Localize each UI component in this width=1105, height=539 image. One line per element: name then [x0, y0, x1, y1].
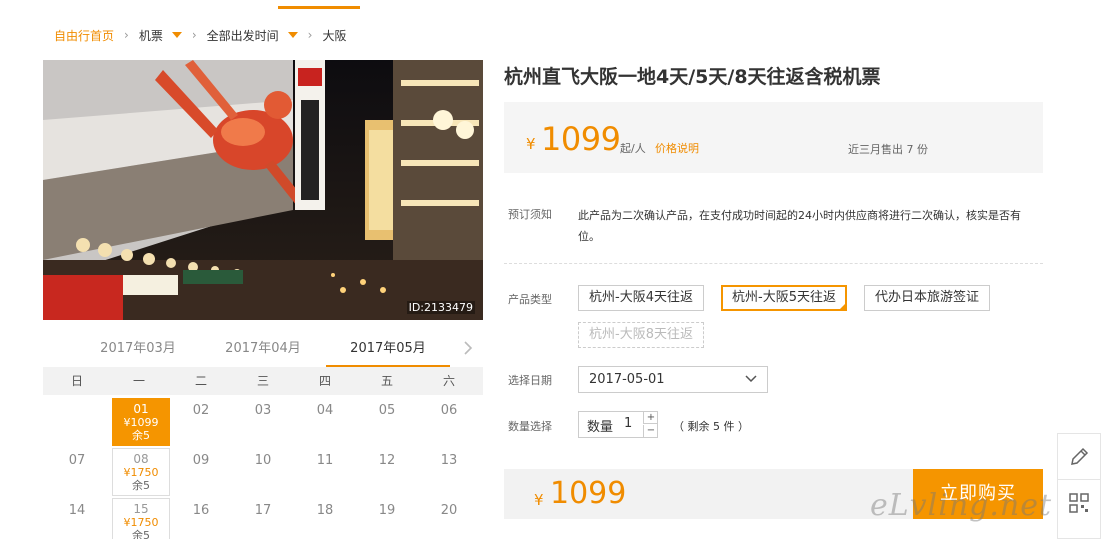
- calendar-day: 18: [316, 503, 334, 518]
- tab-month-april[interactable]: 2017年04月: [201, 336, 325, 368]
- type-option-5day-label: 杭州-大阪5天往返: [732, 290, 836, 305]
- calendar-day-price: ¥1750: [123, 516, 159, 529]
- quantity-plus-button[interactable]: +: [643, 412, 658, 424]
- calendar-day-price: ¥1099: [123, 416, 159, 429]
- product-price: 1099: [541, 120, 621, 158]
- caret-down-icon: [171, 32, 182, 38]
- calendar-day: 16: [192, 503, 210, 518]
- quantity-stepper: 数量 1 + −: [578, 411, 658, 438]
- calendar-day-day: 08: [133, 452, 149, 466]
- breadcrumb-current: 大阪: [322, 28, 347, 43]
- breadcrumb: 自由行首页 › 机票 › 全部出发时间 › 大阪: [54, 26, 347, 44]
- weekday-label: 日: [70, 374, 83, 388]
- product-type-label: 产品类型: [508, 293, 552, 306]
- weekday-label: 一: [132, 374, 145, 388]
- calendar-day-day: 01: [133, 402, 149, 416]
- breadcrumb-time-dropdown[interactable]: 全部出发时间: [207, 27, 298, 44]
- chevron-right-icon: ›: [307, 28, 313, 42]
- chevron-down-icon: [745, 375, 757, 383]
- calendar-day-available[interactable]: 08 ¥1750 余5: [112, 448, 170, 496]
- weekday-label: 二: [194, 374, 207, 388]
- calendar-day-stock: 余5: [132, 529, 150, 539]
- pencil-icon: [1071, 447, 1089, 465]
- product-photo: ID:2133479: [43, 60, 483, 320]
- sold-count: 近三月售出 7 份: [848, 143, 928, 156]
- calendar-day-price: ¥1750: [123, 466, 159, 479]
- breadcrumb-home-link[interactable]: 自由行首页: [54, 27, 114, 44]
- price-box: ¥ 1099 起/人 价格说明 近三月售出 7 份: [504, 102, 1043, 173]
- type-option-5day[interactable]: 杭州-大阪5天往返: [721, 285, 847, 311]
- quantity-label: 数量选择: [508, 420, 552, 433]
- calendar-day-stock: 余5: [132, 479, 150, 492]
- month-tabs: 2017年03月 2017年04月 2017年05月: [43, 336, 483, 368]
- divider: [504, 263, 1043, 264]
- stock-remaining: （ 剩余 5 件 ）: [673, 420, 749, 433]
- calendar-day-available[interactable]: 01 ¥1099 余5: [112, 398, 170, 446]
- watermark: eLvling.net: [870, 488, 1053, 523]
- weekday-label: 四: [318, 374, 331, 388]
- notice-label: 预订须知: [508, 208, 552, 221]
- check-corner-icon: [837, 302, 847, 311]
- calendar-day: 19: [378, 503, 396, 518]
- currency-symbol: ¥: [534, 491, 544, 509]
- weekday-label: 五: [380, 374, 393, 388]
- calendar-day: 05: [378, 403, 396, 418]
- product-title: 杭州直飞大阪一地4天/5天/8天往返含税机票: [504, 66, 881, 88]
- calendar-day: 12: [378, 453, 396, 468]
- date-select-value: 2017-05-01: [589, 372, 665, 387]
- date-select-label: 选择日期: [508, 374, 552, 387]
- type-option-8day: 杭州-大阪8天往返: [578, 322, 704, 348]
- calendar-day: 07: [68, 453, 86, 468]
- qrcode-icon: [1069, 493, 1089, 513]
- notice-text: 此产品为二次确认产品，在支付成功时间起的24小时内供应商将进行二次确认，核实是否…: [578, 209, 1021, 243]
- calendar-day-available[interactable]: 15 ¥1750 余5: [112, 498, 170, 539]
- weekday-label: 六: [442, 374, 455, 388]
- calendar-day: 10: [254, 453, 272, 468]
- quantity-minus-button[interactable]: −: [643, 425, 658, 437]
- tab-month-march[interactable]: 2017年03月: [76, 336, 200, 368]
- breadcrumb-flight-dropdown[interactable]: 机票: [139, 27, 182, 44]
- quantity-input[interactable]: 1: [624, 416, 632, 431]
- calendar-day: 14: [68, 503, 86, 518]
- calendar-day: 02: [192, 403, 210, 418]
- caret-down-icon: [287, 32, 298, 38]
- currency-symbol: ¥: [526, 135, 536, 153]
- osaka-street-image: [43, 60, 483, 320]
- calendar-day: 13: [440, 453, 458, 468]
- weekday-label: 三: [256, 374, 269, 388]
- feedback-button[interactable]: [1058, 434, 1100, 480]
- tab-month-may[interactable]: 2017年05月: [326, 336, 450, 368]
- calendar-day: 20: [440, 503, 458, 518]
- calendar-day: [46, 396, 108, 446]
- date-select[interactable]: 2017-05-01: [578, 366, 768, 393]
- calendar-day: 09: [192, 453, 210, 468]
- calendar-day: 03: [254, 403, 272, 418]
- top-accent-bar: [278, 6, 360, 9]
- photo-id-label: ID:2133479: [406, 301, 475, 314]
- side-toolbar: [1057, 433, 1101, 539]
- price-explain-link[interactable]: 价格说明: [655, 140, 699, 156]
- calendar-day: 17: [254, 503, 272, 518]
- calendar-day: 06: [440, 403, 458, 418]
- calendar-weekday-header: 日 一 二 三 四 五 六: [43, 367, 483, 395]
- chevron-right-icon: ›: [191, 28, 197, 42]
- chevron-right-icon: ›: [124, 28, 129, 42]
- type-option-4day[interactable]: 杭州-大阪4天往返: [578, 285, 704, 311]
- qrcode-button[interactable]: [1058, 480, 1100, 526]
- type-option-visa[interactable]: 代办日本旅游签证: [864, 285, 991, 311]
- bottom-price: 1099: [550, 476, 627, 511]
- breadcrumb-flight-label: 机票: [138, 28, 163, 43]
- calendar-day-stock: 余5: [132, 429, 150, 442]
- quantity-field-label: 数量: [587, 420, 614, 435]
- calendar-day: 11: [316, 453, 334, 468]
- calendar-day-day: 15: [133, 502, 149, 516]
- breadcrumb-time-label: 全部出发时间: [206, 28, 279, 43]
- chevron-right-icon[interactable]: [461, 341, 475, 355]
- calendar-day: 04: [316, 403, 334, 418]
- price-unit: 起/人: [620, 142, 646, 155]
